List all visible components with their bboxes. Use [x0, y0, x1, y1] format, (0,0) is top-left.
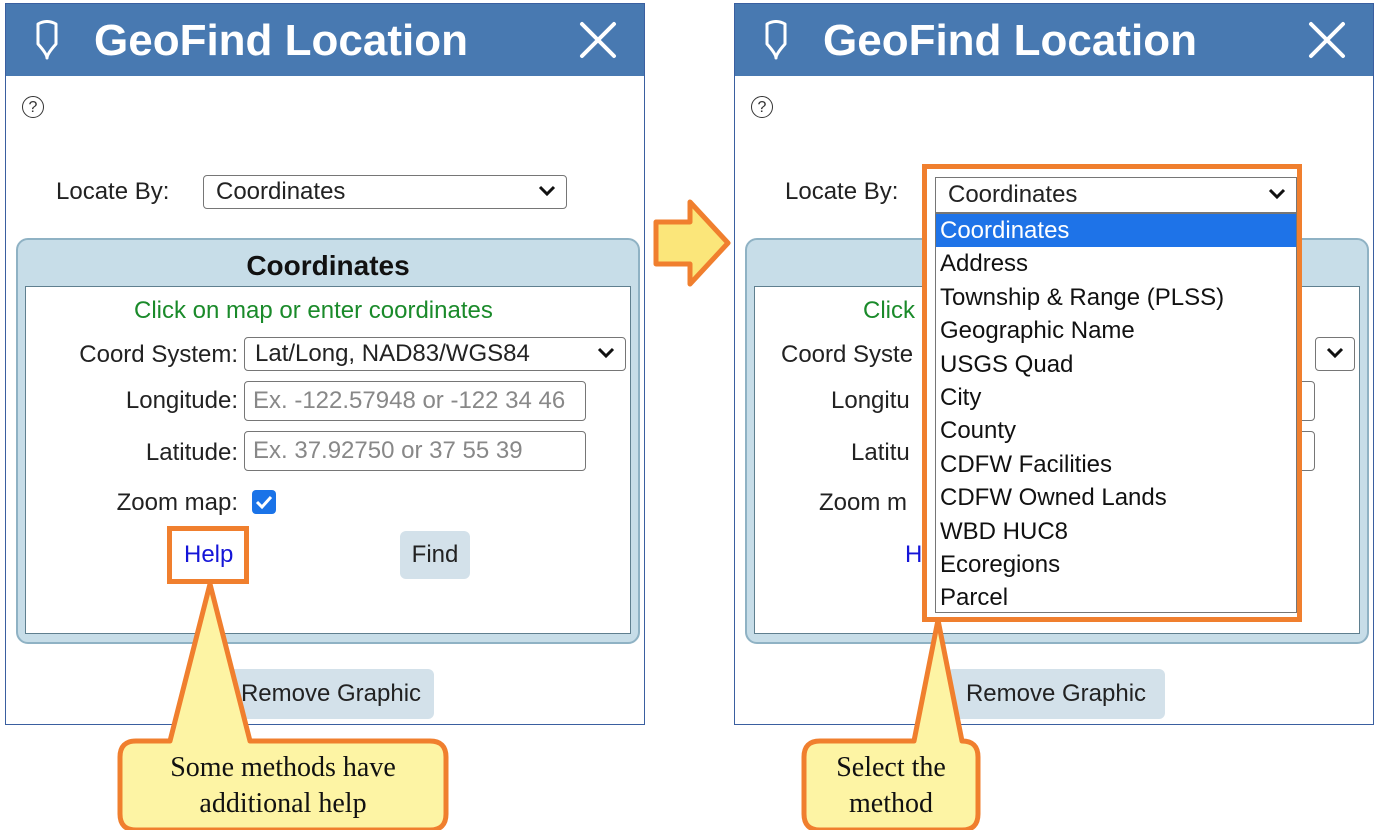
- find-button[interactable]: Find: [400, 531, 470, 579]
- remove-graphic-button[interactable]: Remove Graphic: [947, 669, 1165, 719]
- dropdown-option[interactable]: Geographic Name: [936, 314, 1296, 347]
- latitude-label-partial: Latitu: [851, 439, 910, 466]
- dropdown-option[interactable]: Parcel: [936, 581, 1296, 614]
- dropdown-option[interactable]: Coordinates: [936, 214, 1296, 248]
- checkmark-icon: [255, 495, 273, 510]
- zoom-map-checkbox[interactable]: [252, 490, 276, 514]
- latitude-input[interactable]: Ex. 37.92750 or 37 55 39: [244, 431, 586, 471]
- coordinates-hint: Click on map or enter coordinates: [134, 297, 493, 324]
- remove-graphic-button[interactable]: Remove Graphic: [228, 669, 434, 719]
- dropdown-option[interactable]: WBD HUC8: [936, 515, 1296, 548]
- chevron-down-icon: [597, 347, 615, 359]
- dropdown-option[interactable]: CDFW Facilities: [936, 448, 1296, 481]
- right-callout-line-2: method: [849, 788, 933, 819]
- zoom-map-label: Zoom map:: [116, 489, 238, 516]
- help-question-icon[interactable]: ?: [22, 96, 44, 118]
- dialog-titlebar: GeoFind Location: [735, 4, 1373, 76]
- coord-system-label-partial: Coord Syste: [781, 341, 914, 368]
- chevron-down-icon: [1268, 188, 1286, 200]
- dropdown-option[interactable]: Address: [936, 247, 1296, 280]
- dropdown-option[interactable]: Township & Range (PLSS): [936, 281, 1296, 314]
- location-pin-icon: [765, 20, 787, 60]
- dialog-titlebar: GeoFind Location: [6, 4, 644, 76]
- location-pin-icon: [36, 20, 58, 60]
- dialog-title: GeoFind Location: [823, 16, 1197, 65]
- longitude-label-partial: Longitu: [831, 387, 910, 414]
- coordinates-form: Click on map or enter coordinates Coord …: [25, 286, 631, 634]
- locate-by-select[interactable]: Coordinates: [935, 177, 1297, 213]
- right-callout-line-1: Select the: [836, 752, 946, 783]
- dropdown-option[interactable]: CDFW Owned Lands: [936, 481, 1296, 514]
- coordinates-section: Coordinates Click on map or enter coordi…: [16, 238, 640, 644]
- locate-by-value: Coordinates: [948, 181, 1078, 208]
- help-link-highlight: [167, 526, 249, 584]
- dropdown-option[interactable]: City: [936, 381, 1296, 414]
- close-icon[interactable]: [1305, 18, 1349, 62]
- longitude-label: Longitude:: [125, 387, 238, 414]
- locate-by-label: Locate By:: [785, 178, 899, 205]
- longitude-input[interactable]: Ex. -122.57948 or -122 34 46: [244, 381, 586, 421]
- dropdown-option[interactable]: Ecoregions: [936, 548, 1296, 581]
- chevron-down-icon: [1326, 347, 1344, 359]
- left-callout-text: Some methods have additional help: [120, 750, 446, 822]
- dialog-title: GeoFind Location: [94, 16, 468, 65]
- dropdown-option[interactable]: County: [936, 414, 1296, 447]
- coordinates-hint-partial: Click: [863, 297, 915, 324]
- coord-system-label: Coord System:: [79, 341, 238, 368]
- locate-by-dropdown: Coordinates Coordinates Address Township &…: [922, 164, 1302, 622]
- help-question-icon[interactable]: ?: [751, 96, 773, 118]
- coord-system-select-edge[interactable]: [1315, 337, 1355, 371]
- right-arrow-icon: [653, 199, 731, 287]
- section-title: Coordinates: [246, 250, 410, 281]
- left-callout-line-1: Some methods have: [170, 752, 396, 783]
- locate-by-select[interactable]: Coordinates: [203, 175, 567, 209]
- close-icon[interactable]: [576, 18, 620, 62]
- coord-system-select[interactable]: Lat/Long, NAD83/WGS84: [244, 337, 626, 371]
- dropdown-option[interactable]: USGS Quad: [936, 348, 1296, 381]
- chevron-down-icon: [538, 185, 556, 197]
- left-callout-line-2: additional help: [199, 788, 367, 819]
- help-link-partial[interactable]: H: [905, 541, 922, 569]
- coord-system-value: Lat/Long, NAD83/WGS84: [255, 340, 530, 367]
- locate-by-options-list: Coordinates Address Township & Range (PLSS…: [935, 213, 1297, 613]
- locate-by-label: Locate By:: [56, 178, 170, 205]
- zoom-map-label-partial: Zoom m: [819, 489, 908, 516]
- right-callout-text: Select the method: [804, 750, 978, 822]
- geofind-dialog-left: GeoFind Location ? Locate By: Coordinate…: [5, 3, 645, 725]
- latitude-label: Latitude:: [145, 439, 238, 466]
- locate-by-value: Coordinates: [216, 178, 346, 205]
